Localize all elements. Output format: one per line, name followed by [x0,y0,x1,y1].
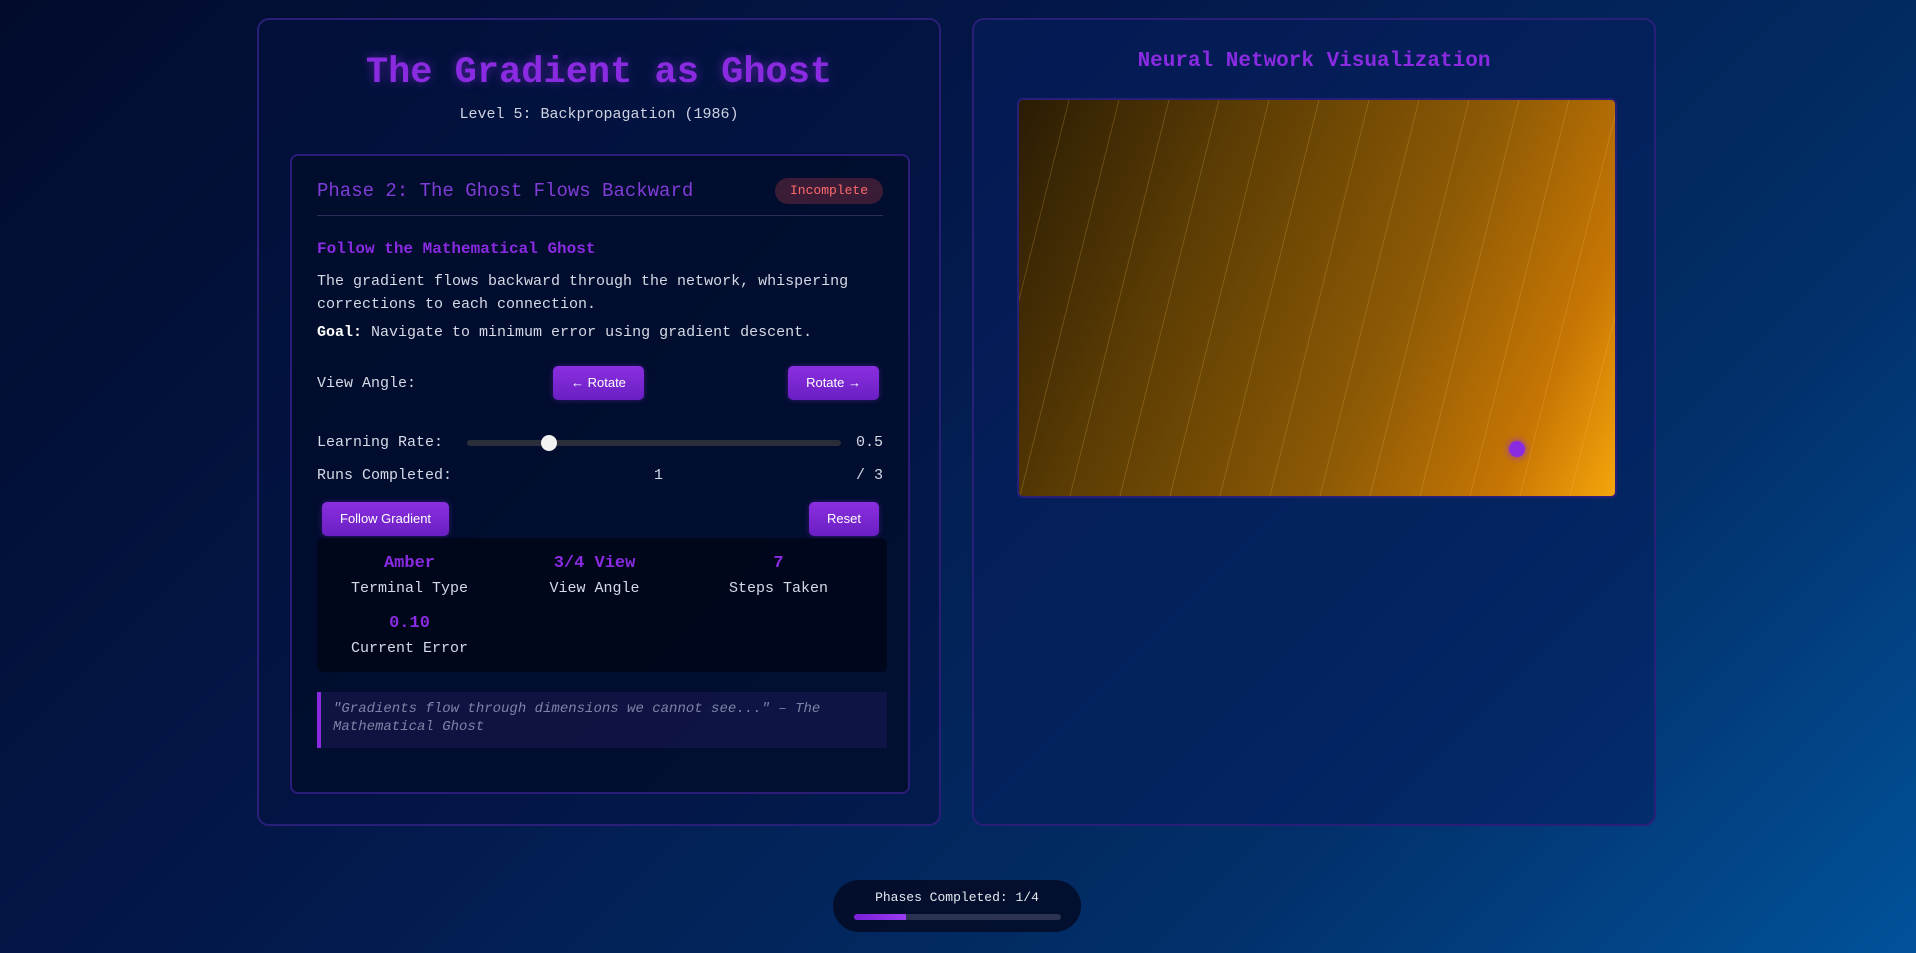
slider-thumb[interactable] [541,435,558,451]
visualization-title: Neural Network Visualization [1137,50,1491,73]
goal-label: Goal: [317,324,363,341]
phase-progress: Phases Completed: 1/4 [833,880,1081,932]
learning-rate-value: 0.5 [855,434,883,451]
contour-line [1469,100,1570,496]
phase-header: Phase 2: The Ghost Flows Backward Incomp… [317,178,883,216]
rotate-right-button[interactable]: Rotate → [788,366,879,400]
gradient-ball [1509,441,1525,457]
contour-line [1269,100,1370,496]
runs-total: / 3 [855,467,883,484]
visualization-panel: Neural Network Visualization [972,18,1656,826]
contour-line [1069,100,1170,496]
learning-rate-label: Learning Rate: [317,434,444,451]
runs-completed-value: 1 [654,467,664,484]
stat-terminal-type: Amber Terminal Type [317,554,502,597]
rotate-left-button[interactable]: ← Rotate [553,366,644,400]
stat-value: 3/4 View [553,554,636,573]
view-angle-label: View Angle: [317,375,417,392]
reset-button[interactable]: Reset [809,502,879,536]
runs-completed-label: Runs Completed: [317,467,453,484]
level-subtitle: Level 5: Backpropagation (1986) [459,106,739,123]
game-title: The Gradient as Ghost [365,52,833,94]
follow-gradient-button[interactable]: Follow Gradient [322,502,450,536]
contour-line [1119,100,1220,496]
contour-line [1019,100,1070,303]
game-panel: The Gradient as Ghost Level 5: Backpropa… [257,18,941,826]
contour-line [1419,100,1520,496]
contour-lines [1019,100,1615,496]
stat-label: Steps Taken [728,580,829,597]
contour-line [1319,100,1420,496]
section-heading: Follow the Mathematical Ghost [317,240,596,258]
contour-line [1569,313,1615,496]
contour-line [1219,100,1320,496]
contour-line [1369,100,1470,496]
contour-line [1519,113,1615,496]
status-badge: Incomplete [774,178,883,204]
goal-text: Goal: Navigate to minimum error using gr… [317,324,812,341]
stat-label: Current Error [350,640,469,657]
stat-label: Terminal Type [350,580,469,597]
stat-value: 7 [773,554,784,573]
stat-value: 0.10 [389,614,430,633]
stat-view-angle: 3/4 View View Angle [502,554,687,597]
ghost-quote: "Gradients flow through dimensions we ca… [317,692,887,748]
progress-track [854,914,1061,920]
stat-current-error: 0.10 Current Error [317,614,502,657]
progress-label: Phases Completed: 1/4 [875,890,1039,905]
progress-fill [854,914,906,920]
stats-box: Amber Terminal Type 3/4 View View Angle … [317,538,887,672]
contour-line [1019,100,1120,496]
learning-rate-slider[interactable] [467,435,841,451]
phase-card: Phase 2: The Ghost Flows Backward Incomp… [290,154,910,794]
phase-description: The gradient flows backward through the … [317,273,849,313]
phase-title: Phase 2: The Ghost Flows Backward [317,180,694,202]
stat-label: View Angle [549,580,640,597]
stat-steps-taken: 7 Steps Taken [686,554,871,597]
goal-value: Navigate to minimum error using gradient… [371,324,813,341]
error-surface-canvas[interactable] [1017,98,1617,498]
contour-line [1169,100,1270,496]
stat-value: Amber [383,554,435,573]
